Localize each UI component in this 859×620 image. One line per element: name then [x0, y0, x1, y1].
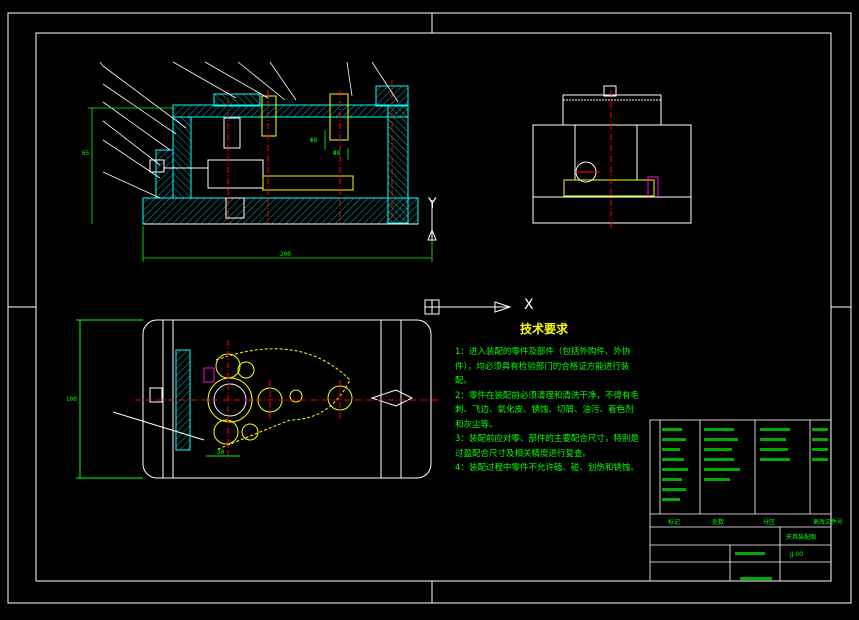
dim-top-height: 100 — [66, 396, 77, 403]
top-view — [76, 319, 440, 479]
tech-item: 4：装配过程中零件不允许磕、碰、划伤和锈蚀。 — [455, 463, 639, 473]
ucs-icon — [424, 299, 512, 315]
dim-inner-2: Φ8 — [333, 150, 341, 157]
tech-item: 2：零件在装配前必须清理和清洗干净，不得有毛刺、飞边、氧化皮、锈蚀、切屑、油污、… — [455, 390, 639, 430]
tb-drawing-code: JJ-00 — [790, 551, 804, 558]
front-view — [88, 61, 437, 262]
tb-col-label: 分区 — [763, 519, 776, 526]
tech-item: 3：装配前应对零、部件的主要配合尺寸，特别是过盈配合尺寸及相关精度进行复查。 — [455, 434, 639, 459]
drawing-canvas — [7, 12, 852, 604]
tb-col-label: 更改文件号 — [813, 519, 844, 526]
tb-drawing-name: 夹具装配图 — [786, 534, 817, 541]
side-view — [532, 85, 692, 228]
tech-item: 1：进入装配的零件及部件（包括外购件、外协件），均必须具有检验部门的合格证方能进… — [455, 347, 631, 386]
y-axis-label: Y — [428, 196, 437, 212]
dim-bottom: 30 — [217, 449, 225, 456]
dim-front-width: 200 — [280, 251, 291, 258]
dim-front-height: 65 — [82, 150, 90, 157]
sheet-frame — [7, 12, 852, 604]
tb-col-label: 标记 — [668, 519, 681, 526]
x-axis-label: X — [524, 297, 534, 313]
tech-requirements-title: 技术要求 — [520, 322, 569, 336]
tb-col-label: 处数 — [712, 519, 725, 526]
tech-requirements-list: 1：进入装配的零件及部件（包括外购件、外协件），均必须具有检验部门的合格证方能进… — [455, 345, 640, 476]
dim-inner-1: Φ8 — [310, 137, 318, 144]
